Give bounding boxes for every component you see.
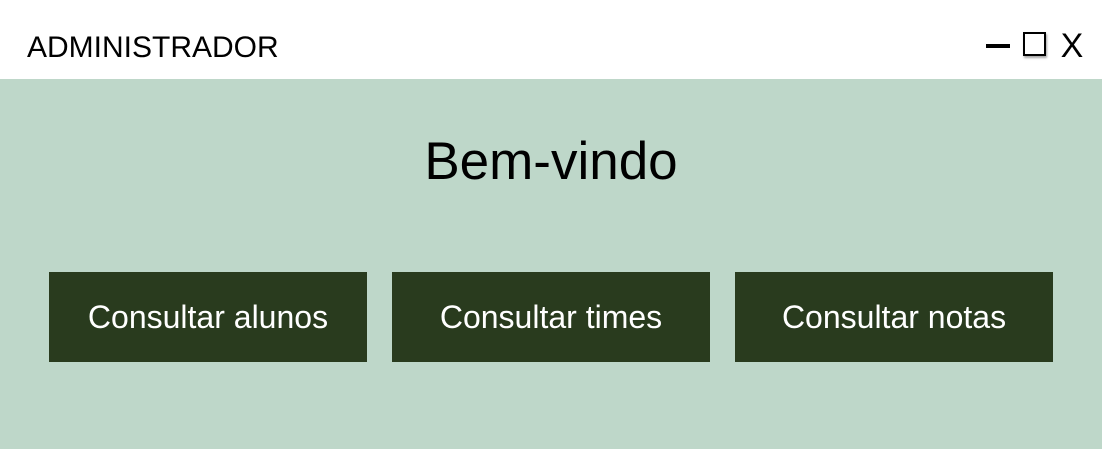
app-window: ADMINISTRADOR X Bem-vindo Consultar alun… <box>0 0 1102 449</box>
close-button[interactable]: X <box>1059 28 1085 64</box>
welcome-heading: Bem-vindo <box>424 132 678 191</box>
title-bar: ADMINISTRADOR X <box>0 0 1102 79</box>
minimize-icon[interactable] <box>986 44 1010 48</box>
main-content: Bem-vindo Consultar alunos Consultar tim… <box>0 79 1102 449</box>
consultar-notas-button[interactable]: Consultar notas <box>735 272 1053 362</box>
maximize-icon[interactable] <box>1023 32 1046 56</box>
window-title: ADMINISTRADOR <box>27 31 279 64</box>
consultar-times-button[interactable]: Consultar times <box>392 272 710 362</box>
consultar-alunos-button[interactable]: Consultar alunos <box>49 272 367 362</box>
